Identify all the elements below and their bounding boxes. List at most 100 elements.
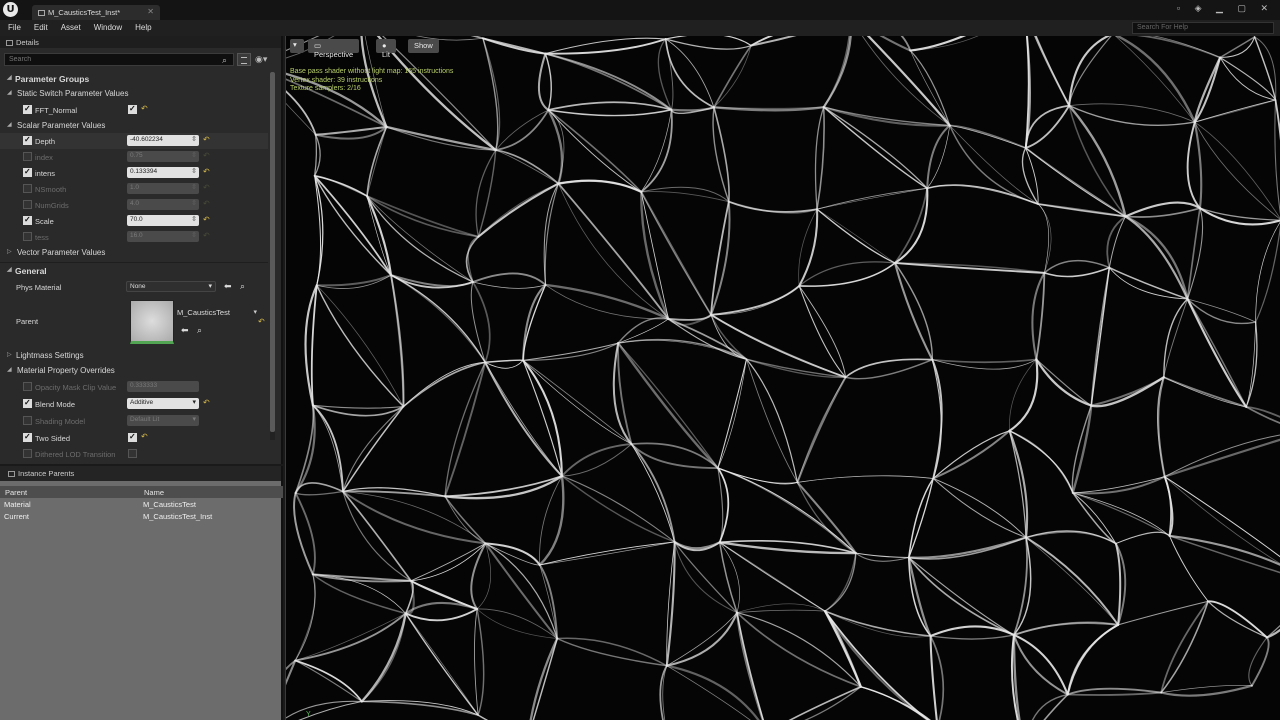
stat-line: Vertex shader: 39 instructions xyxy=(290,76,383,84)
param-row-index: index 0.75 ⇳ ↶ xyxy=(0,149,268,165)
parent-material-thumbnail[interactable] xyxy=(130,300,174,344)
nsmooth-override-checkbox[interactable] xyxy=(23,184,32,193)
lightmass-category[interactable]: ▷ Lightmass Settings xyxy=(0,348,268,364)
menu-help[interactable]: Help xyxy=(127,20,156,32)
parameter-groups-category[interactable]: ◢ Parameter Groups xyxy=(0,71,268,87)
perspective-button[interactable]: ▭ Perspective xyxy=(308,39,360,59)
caustic-line xyxy=(1013,536,1032,636)
chevron-down-icon: ▾ xyxy=(253,309,257,316)
use-selected-arrow-icon[interactable]: ⬅ xyxy=(181,325,189,336)
caustic-line xyxy=(908,477,934,559)
reset-to-default-icon[interactable]: ↶ xyxy=(141,104,148,113)
viewport-options-button[interactable]: ▾ xyxy=(290,39,304,53)
vector-category[interactable]: ▷ Vector Parameter Values xyxy=(0,245,268,261)
expand-arrow-icon[interactable]: ▷ xyxy=(7,351,12,358)
shading-model-value: Default Lit xyxy=(130,416,160,423)
two-sided-value-checkbox[interactable] xyxy=(128,432,137,442)
index-override-checkbox[interactable] xyxy=(23,152,32,161)
caustic-line xyxy=(1193,121,1203,210)
reset-to-default-icon[interactable]: ↶ xyxy=(203,215,210,224)
details-tab[interactable]: Details xyxy=(0,36,281,48)
menu-asset[interactable]: Asset xyxy=(53,20,86,32)
two-sided-override-checkbox[interactable] xyxy=(23,432,32,442)
caustic-line xyxy=(470,542,487,610)
close-tab-icon[interactable]: ✕ xyxy=(147,7,154,16)
caustic-line xyxy=(1024,104,1071,149)
show-button[interactable]: Show xyxy=(408,39,439,53)
lit-button[interactable]: ● Lit xyxy=(376,39,396,59)
reset-to-default-icon[interactable]: ↶ xyxy=(141,432,148,441)
static-switch-category[interactable]: ◢ Static Switch Parameter Values xyxy=(0,86,268,102)
numgrids-override-checkbox[interactable] xyxy=(23,200,32,209)
menu-window[interactable]: Window xyxy=(86,20,127,32)
scroll-thumb[interactable] xyxy=(270,72,275,432)
details-scrollbar[interactable] xyxy=(270,72,275,440)
caustic-line xyxy=(404,608,479,622)
reset-to-default-icon[interactable]: ↶ xyxy=(203,167,210,176)
caustic-line xyxy=(710,200,731,316)
caustic-line xyxy=(860,686,930,720)
reset-to-default-icon[interactable]: ↶ xyxy=(203,398,210,407)
col-parent-header[interactable]: Parent xyxy=(5,488,27,497)
depth-value-field[interactable]: -40.602234 ⇳ xyxy=(127,135,199,146)
menu-edit[interactable]: Edit xyxy=(26,20,53,32)
caustic-line xyxy=(472,281,546,289)
intens-value-field[interactable]: 0.133394 ⇳ xyxy=(127,167,199,178)
collapse-arrow-icon[interactable]: ◢ xyxy=(7,266,12,273)
overrides-category[interactable]: ◢ Material Property Overrides xyxy=(0,363,268,379)
opacity-mask-override-checkbox[interactable] xyxy=(23,382,32,391)
table-row[interactable]: Material M_CausticsTest xyxy=(0,499,283,511)
intens-override-checkbox[interactable] xyxy=(23,167,32,177)
phys-material-dropdown[interactable]: None ▾ xyxy=(126,281,216,292)
col-name-header[interactable]: Name xyxy=(144,488,164,497)
instance-parents-tab[interactable]: Instance Parents xyxy=(0,466,281,481)
fft-normal-override-checkbox[interactable] xyxy=(23,104,32,114)
fft-normal-value-checkbox[interactable] xyxy=(128,104,137,114)
property-matrix-icon[interactable] xyxy=(237,53,251,66)
shading-model-override-checkbox[interactable] xyxy=(23,416,32,425)
browse-search-icon[interactable]: ⌕ xyxy=(240,281,245,292)
caustic-line xyxy=(1124,215,1189,301)
view-options-icon[interactable]: ◉▾ xyxy=(255,54,267,65)
document-tab[interactable]: M_CausticsTest_Inst* ✕ xyxy=(32,5,160,20)
blend-mode-label: Blend Mode xyxy=(35,400,76,409)
window-controls[interactable]: ▫ ◈ ▁ ▢ ✕ xyxy=(1177,3,1274,14)
spinner-icon[interactable]: ⇳ xyxy=(191,135,197,143)
scale-value-field[interactable]: 70.0 ⇳ xyxy=(127,215,199,226)
reset-to-default-icon[interactable]: ↶ xyxy=(258,317,265,326)
caustic-line xyxy=(710,285,801,316)
depth-override-checkbox[interactable] xyxy=(23,135,32,145)
caustic-line xyxy=(444,361,487,498)
caustic-line xyxy=(1163,438,1280,478)
use-selected-arrow-icon[interactable]: ⬅ xyxy=(224,281,232,292)
expand-arrow-icon[interactable]: ▷ xyxy=(7,248,12,255)
menu-file[interactable]: File xyxy=(0,20,26,32)
caustic-line xyxy=(472,272,547,286)
blend-mode-override-checkbox[interactable] xyxy=(23,398,32,408)
dithered-override-checkbox[interactable] xyxy=(23,449,32,458)
browse-search-icon[interactable]: ⌕ xyxy=(197,325,202,336)
blend-mode-dropdown[interactable]: Additive ▾ xyxy=(127,398,199,409)
spinner-icon[interactable]: ⇳ xyxy=(191,215,197,223)
phys-material-row: Phys Material None ▾ ⬅ ⌕ xyxy=(0,279,268,295)
tess-override-checkbox[interactable] xyxy=(23,232,32,241)
dithered-value-checkbox xyxy=(128,449,137,458)
collapse-arrow-icon[interactable]: ◢ xyxy=(7,366,12,373)
reset-to-default-icon[interactable]: ↶ xyxy=(203,135,210,144)
spinner-icon[interactable]: ⇳ xyxy=(191,167,197,175)
collapse-arrow-icon[interactable]: ◢ xyxy=(7,89,12,96)
table-row[interactable]: Current M_CausticsTest_Inst xyxy=(0,511,283,523)
scale-override-checkbox[interactable] xyxy=(23,215,32,225)
parent-material-dropdown[interactable]: M_CausticsTest ▾ xyxy=(177,308,260,319)
caustic-line xyxy=(544,52,673,111)
caustic-line xyxy=(735,611,764,720)
scalar-category[interactable]: ◢ Scalar Parameter Values xyxy=(0,118,268,134)
caustic-line xyxy=(1152,36,1221,58)
material-preview-viewport[interactable]: ▾ ▭ Perspective ● Lit Show Base pass sha… xyxy=(285,36,1280,720)
collapse-arrow-icon[interactable]: ◢ xyxy=(7,74,12,81)
details-search-input[interactable] xyxy=(4,53,234,66)
collapse-arrow-icon[interactable]: ◢ xyxy=(7,121,12,128)
general-category[interactable]: ◢ General xyxy=(0,263,268,279)
help-search-input[interactable]: Search For Help xyxy=(1132,22,1274,34)
caustic-line xyxy=(948,124,1027,149)
